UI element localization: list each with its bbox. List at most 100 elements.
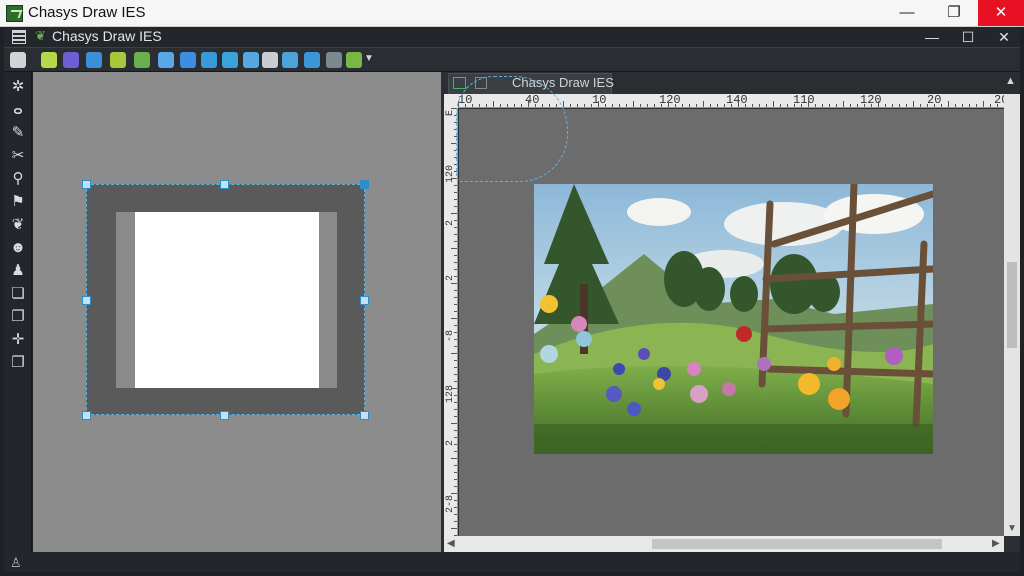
- ruler-tick: [454, 332, 457, 333]
- ruler-tick: [892, 104, 893, 107]
- ruler-tick: [731, 104, 732, 107]
- scroll-left-icon[interactable]: ◀: [447, 538, 455, 549]
- inner-window-title: Chasys Draw IES: [52, 28, 162, 44]
- vertical-scroll-thumb[interactable]: [1007, 262, 1017, 348]
- ruler-tick: [577, 104, 578, 107]
- document-tool-icon[interactable]: ❐: [9, 308, 27, 326]
- resize-handle-top-left[interactable]: [82, 180, 91, 189]
- ruler-tick: [451, 458, 457, 459]
- resize-handle-right[interactable]: [360, 296, 369, 305]
- status-person-icon: ♙: [10, 555, 22, 570]
- person-tool-icon[interactable]: ♟: [9, 262, 27, 280]
- ruler-tick: [570, 104, 571, 107]
- layers-tool-icon[interactable]: ❏: [9, 285, 27, 303]
- ruler-tick: [857, 104, 858, 107]
- ruler-tick: [454, 185, 457, 186]
- lasso-tool-icon[interactable]: ⴰ: [9, 101, 27, 119]
- paint-tool-icon[interactable]: ⚑: [9, 193, 27, 211]
- ruler-tick: [836, 104, 837, 107]
- clone-tool-icon[interactable]: ❒: [9, 354, 27, 372]
- selection-marquee[interactable]: [86, 184, 365, 415]
- ruler-tick: [454, 269, 457, 270]
- ruler-tick: [451, 423, 457, 424]
- copy-icon[interactable]: [262, 52, 278, 68]
- menu-lines-icon[interactable]: [10, 52, 26, 68]
- settings-icon[interactable]: ✲: [9, 78, 27, 96]
- ruler-tick: [773, 101, 774, 107]
- window-title: Chasys Draw IES: [28, 4, 146, 21]
- resize-handle-top[interactable]: [220, 180, 229, 189]
- ruler-tick: [451, 493, 457, 494]
- zoom-icon[interactable]: [110, 52, 126, 68]
- ruler-tick: [941, 104, 942, 107]
- ruler-tick: [454, 521, 457, 522]
- inner-minimize-button[interactable]: —: [914, 27, 950, 47]
- add-icon[interactable]: [282, 52, 298, 68]
- zoom-tool-icon[interactable]: ⚲: [9, 170, 27, 188]
- restore-button[interactable]: ❐: [931, 0, 977, 26]
- move-tool-icon[interactable]: ✛: [9, 331, 27, 349]
- resize-handle-top-right[interactable]: [360, 180, 369, 189]
- ruler-tick: [619, 104, 620, 107]
- ruler-tick: [591, 104, 592, 107]
- ruler-tick: [843, 101, 844, 107]
- ruler-tick: [454, 234, 457, 235]
- new-file-icon[interactable]: [41, 52, 57, 68]
- ruler-tick: [454, 241, 457, 242]
- inner-maximize-button[interactable]: ☐: [950, 27, 986, 47]
- paint-bucket-icon[interactable]: [134, 52, 150, 68]
- crop-tool-icon[interactable]: ✂: [9, 147, 27, 165]
- horizontal-scroll-thumb[interactable]: [652, 539, 942, 549]
- dropper-icon[interactable]: [86, 52, 102, 68]
- resize-handle-left[interactable]: [82, 296, 91, 305]
- resize-handle-bottom-left[interactable]: [82, 411, 91, 420]
- ruler-tick: [454, 402, 457, 403]
- wand-icon[interactable]: [243, 52, 259, 68]
- ruler-tick: [454, 360, 457, 361]
- app-logo-icon: [6, 5, 23, 22]
- inner-close-button[interactable]: ✕: [986, 27, 1022, 47]
- ruler-tick: [885, 104, 886, 107]
- ruler-tick: [934, 104, 935, 107]
- ruler-tick: [454, 430, 457, 431]
- ruler-tick: [454, 444, 457, 445]
- lasso-selection[interactable]: [456, 76, 568, 182]
- ruler-tick: [878, 101, 879, 107]
- pen-tool-icon[interactable]: ✎: [9, 124, 27, 142]
- brush-icon[interactable]: [304, 52, 320, 68]
- inner-window-bar: ❦ Chasys Draw IES — ☐ ✕: [4, 27, 1020, 47]
- menu-icon[interactable]: [12, 30, 26, 44]
- ruler-tick: [899, 104, 900, 107]
- arrow-icon[interactable]: [201, 52, 217, 68]
- scroll-down-icon[interactable]: ▼: [1007, 523, 1017, 534]
- stamp-tool-icon[interactable]: ☻: [9, 239, 27, 257]
- ruler-tick: [976, 104, 977, 107]
- effects-icon[interactable]: [346, 52, 362, 68]
- ruler-tick: [454, 500, 457, 501]
- minimize-button[interactable]: —: [884, 0, 930, 26]
- ruler-tick: [454, 451, 457, 452]
- dropdown-chevron-icon[interactable]: ▼: [364, 53, 374, 69]
- leaf-tool-icon[interactable]: ❦: [9, 216, 27, 234]
- ruler-tick: [738, 101, 739, 107]
- search-icon[interactable]: [158, 52, 174, 68]
- scroll-right-icon[interactable]: ▶: [992, 538, 1000, 549]
- ruler-tick: [454, 311, 457, 312]
- ruler-tick: [815, 104, 816, 107]
- tab-scroll-up-icon[interactable]: ▲: [1005, 75, 1016, 87]
- ruler-tick: [780, 104, 781, 107]
- ruler-tick: [451, 213, 457, 214]
- magnify-icon[interactable]: [180, 52, 196, 68]
- canvas-image: [534, 184, 933, 454]
- open-file-icon[interactable]: [63, 52, 79, 68]
- close-button[interactable]: ✕: [978, 0, 1024, 26]
- ruler-tick: [454, 479, 457, 480]
- filter-icon[interactable]: [326, 52, 342, 68]
- ruler-tick: [794, 104, 795, 107]
- ruler-tick: [454, 346, 457, 347]
- resize-handle-bottom[interactable]: [220, 411, 229, 420]
- resize-handle-bottom-right[interactable]: [360, 411, 369, 420]
- ruler-tick: [983, 101, 984, 107]
- transform-icon[interactable]: [222, 52, 238, 68]
- ruler-tick: [454, 304, 457, 305]
